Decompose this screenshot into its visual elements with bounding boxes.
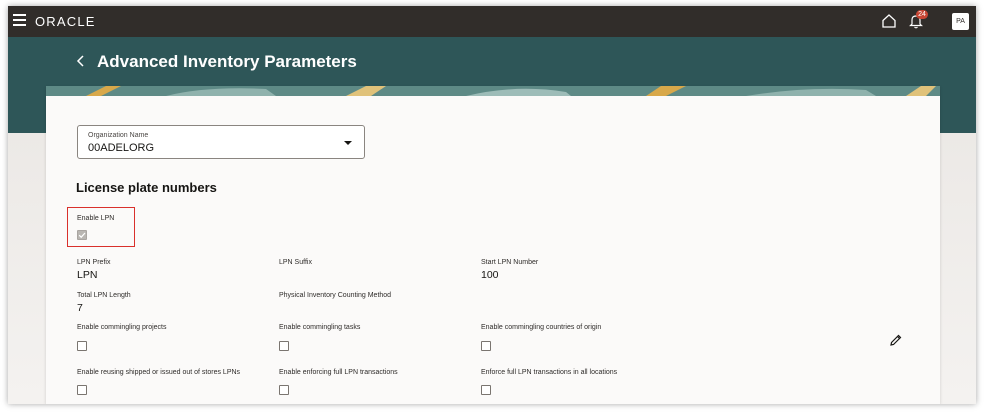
right-background-panel — [940, 133, 976, 404]
start-lpn-number-label: Start LPN Number — [481, 259, 539, 266]
enable-reusing-lpns-label: Enable reusing shipped or issued out of … — [77, 369, 241, 376]
hamburger-menu-icon[interactable] — [13, 14, 26, 26]
organization-name-label: Organization Name — [88, 132, 149, 139]
enable-commingling-tasks-checkbox[interactable] — [279, 341, 289, 351]
lpn-prefix-label: LPN Prefix — [77, 259, 111, 266]
checkmark-icon — [78, 232, 86, 239]
enable-enforcing-full-lpn-label: Enable enforcing full LPN transactions — [279, 369, 398, 376]
enable-lpn-checkbox[interactable] — [77, 230, 87, 240]
enable-commingling-projects-checkbox[interactable] — [77, 341, 87, 351]
enable-commingling-countries-label: Enable commingling countries of origin — [481, 324, 602, 331]
enable-lpn-label: Enable LPN — [77, 215, 115, 222]
enable-commingling-projects-label: Enable commingling projects — [77, 324, 167, 331]
back-chevron-icon[interactable] — [76, 55, 86, 67]
caret-down-icon — [344, 141, 352, 145]
parameters-card: Organization Name 00ADELORG License plat… — [46, 86, 940, 404]
enable-enforcing-full-lpn-checkbox[interactable] — [279, 385, 289, 395]
enable-reusing-lpns-checkbox[interactable] — [77, 385, 87, 395]
enable-commingling-countries-checkbox[interactable] — [481, 341, 491, 351]
page-title: Advanced Inventory Parameters — [97, 52, 357, 71]
organization-name-select[interactable]: Organization Name 00ADELORG — [77, 125, 365, 159]
notification-badge: 24 — [916, 10, 928, 19]
enable-commingling-tasks-label: Enable commingling tasks — [279, 324, 361, 331]
enforce-full-lpn-all-locations-label: Enforce full LPN transactions in all loc… — [481, 369, 618, 376]
start-lpn-number-value: 100 — [481, 269, 499, 281]
pencil-edit-icon[interactable] — [889, 333, 903, 347]
left-background-panel — [8, 133, 46, 404]
lpn-prefix-value: LPN — [77, 269, 98, 281]
section-title: License plate numbers — [76, 180, 217, 195]
card-banner-pattern — [46, 86, 940, 96]
app-window: ORACLE 24 PA Advanced Inventory Paramete… — [8, 6, 976, 404]
physical-inventory-counting-method-label: Physical Inventory Counting Method — [279, 292, 392, 299]
total-lpn-length-value: 7 — [77, 302, 83, 314]
total-lpn-length-label: Total LPN Length — [77, 292, 131, 299]
oracle-logo: ORACLE — [35, 14, 96, 29]
top-bar: ORACLE 24 PA — [8, 6, 976, 37]
user-avatar[interactable]: PA — [952, 13, 969, 30]
organization-name-value: 00ADELORG — [88, 142, 155, 154]
enforce-full-lpn-all-locations-checkbox[interactable] — [481, 385, 491, 395]
highlight-box — [67, 207, 135, 247]
lpn-suffix-label: LPN Suffix — [279, 259, 312, 266]
home-icon[interactable] — [881, 13, 897, 29]
